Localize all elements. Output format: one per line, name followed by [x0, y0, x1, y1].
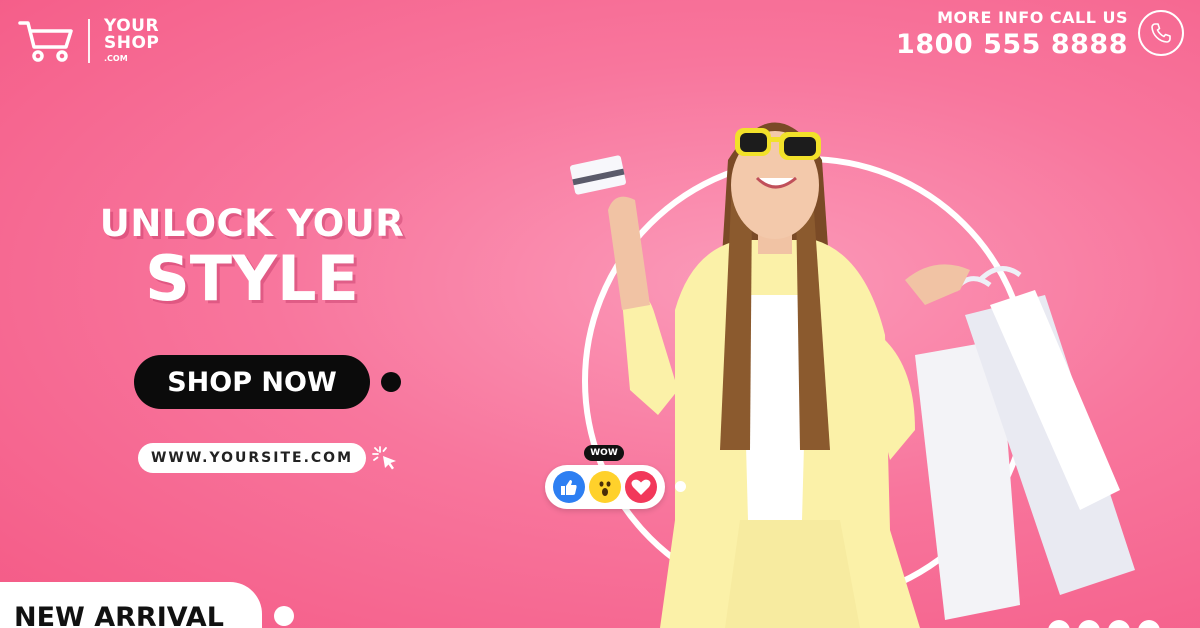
brand-logo[interactable]: YOUR SHOP .COM	[18, 18, 159, 63]
love-icon[interactable]	[625, 471, 657, 503]
phone-number[interactable]: 1800 555 8888	[896, 29, 1128, 60]
headline-line-1: UNLOCK YOUR	[99, 202, 405, 245]
carousel-dot[interactable]	[1108, 620, 1130, 628]
decorative-dot	[675, 481, 686, 492]
phone-button[interactable]	[1138, 10, 1184, 56]
thumbs-up-icon	[561, 480, 577, 495]
shopping-cart-icon	[18, 20, 73, 62]
carousel-dot[interactable]	[1138, 620, 1160, 628]
wow-tag: WOW	[584, 445, 624, 461]
contact-label: MORE INFO CALL US	[937, 8, 1128, 27]
brand-line-3: .COM	[104, 54, 128, 63]
carousel-dot[interactable]	[1048, 620, 1070, 628]
model-photo	[570, 122, 1135, 628]
decorative-dot	[381, 372, 401, 392]
heart-icon	[631, 479, 651, 495]
logo-divider	[88, 18, 90, 63]
surprised-face-icon	[599, 481, 611, 496]
credit-card-image	[570, 155, 626, 195]
headline: UNLOCK YOUR STYLE	[82, 202, 422, 313]
like-icon[interactable]	[553, 471, 585, 503]
carousel-dot[interactable]	[1078, 620, 1100, 628]
contact-info: MORE INFO CALL US 1800 555 8888	[896, 8, 1128, 60]
carousel-dots	[1048, 620, 1160, 628]
headline-line-2: STYLE	[145, 242, 359, 315]
new-arrival-badge: NEW ARRIVAL	[0, 582, 262, 628]
shopping-bags-image	[915, 266, 1135, 620]
decorative-dot	[274, 606, 294, 626]
brand-name: YOUR SHOP .COM	[104, 18, 159, 63]
shop-now-button[interactable]: SHOP NOW	[134, 355, 370, 409]
wow-icon[interactable]	[589, 471, 621, 503]
reaction-bar	[545, 465, 665, 509]
website-link[interactable]: WWW.YOURSITE.COM	[138, 443, 366, 473]
cursor-click-icon	[372, 446, 396, 470]
brand-line-2: SHOP	[104, 33, 160, 53]
phone-icon	[1151, 23, 1171, 43]
